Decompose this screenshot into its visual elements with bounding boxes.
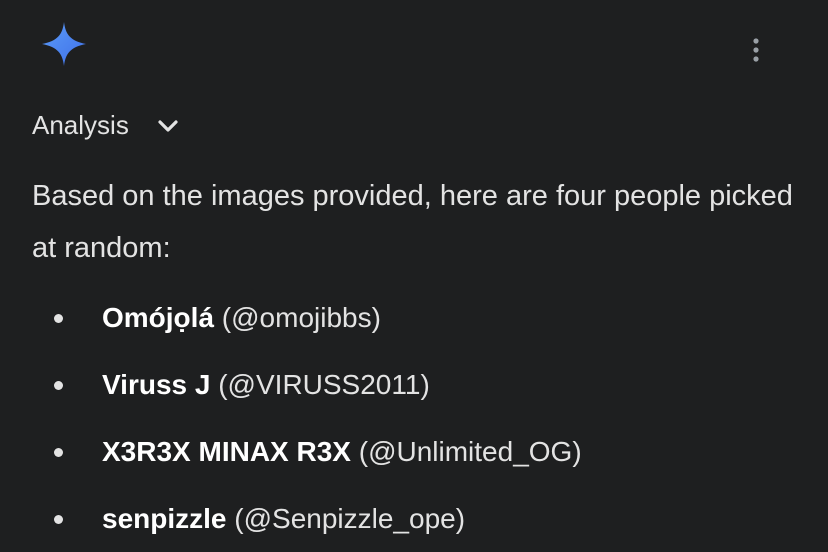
person-name: Omójọlá <box>102 302 222 333</box>
bullet-icon <box>54 515 63 524</box>
list-item: Viruss J (@VIRUSS2011) <box>0 353 828 420</box>
person-handle: (@Senpizzle_ope) <box>234 503 466 534</box>
list-item: senpizzle (@Senpizzle_ope) <box>0 487 828 552</box>
gemini-spark-icon <box>40 20 88 68</box>
person-name: Viruss J <box>102 369 219 400</box>
bullet-icon <box>54 448 63 457</box>
more-vert-icon <box>753 38 759 62</box>
chevron-down-icon <box>155 113 181 139</box>
list-item: X3R3X MINAX R3X (@Unlimited_OG) <box>0 420 828 487</box>
list-item: Omójọlá (@omojibbs) <box>0 286 828 353</box>
person-handle: (@Unlimited_OG) <box>358 436 582 467</box>
response-intro: Based on the images provided, here are f… <box>32 180 793 264</box>
analysis-toggle[interactable]: Analysis <box>32 110 181 141</box>
person-handle: (@VIRUSS2011) <box>218 369 430 400</box>
more-options-button[interactable] <box>740 34 772 66</box>
person-name: senpizzle <box>102 503 235 534</box>
bullet-icon <box>54 381 63 390</box>
analysis-label: Analysis <box>32 110 129 140</box>
person-handle: (@omojibbs) <box>221 302 381 333</box>
person-name: X3R3X MINAX R3X <box>102 436 359 467</box>
bullet-icon <box>54 314 63 323</box>
people-list: Omójọlá (@omojibbs) Viruss J (@VIRUSS201… <box>0 286 828 552</box>
